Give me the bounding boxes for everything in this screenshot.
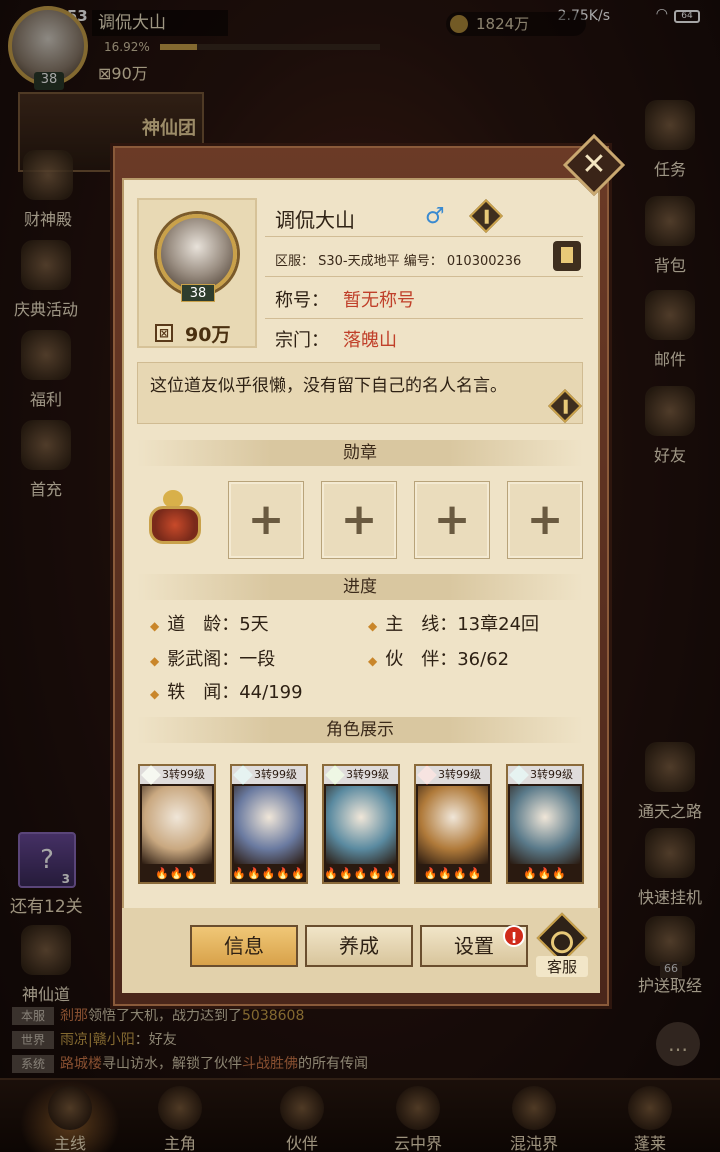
portrait-card[interactable]: 38 ⊠ 90万: [137, 198, 257, 348]
progress-label: 伙 伴：: [385, 649, 458, 670]
alert-badge: !: [503, 925, 525, 947]
medal-slot[interactable]: +: [228, 481, 304, 559]
level-badge: 38: [181, 284, 215, 302]
divider: [265, 276, 583, 277]
medal-slot[interactable]: +: [507, 481, 583, 559]
medal-emblem-body: [149, 506, 201, 544]
male-icon: ♂: [425, 204, 445, 229]
diamond-icon: ◆: [368, 654, 378, 668]
progress-header: 进度: [137, 574, 583, 600]
hero-portrait: [326, 786, 396, 864]
progress-label: 影武阁：: [167, 649, 240, 670]
power-value: 90万: [185, 324, 231, 346]
motto-text: 这位道友似乎很懒，没有留下自己的名人名言。: [150, 376, 507, 396]
customer-service-button[interactable]: 客服: [536, 912, 588, 977]
progress-label: 轶 闻：: [167, 682, 240, 703]
profile-name: 调侃大山: [275, 208, 355, 232]
motto-box: 这位道友似乎很懒，没有留下自己的名人名言。: [137, 362, 583, 424]
power-icon: ⊠: [155, 324, 173, 342]
info-button[interactable]: 信息: [190, 925, 298, 967]
copy-id-button[interactable]: [553, 241, 581, 271]
medal-slot[interactable]: +: [414, 481, 490, 559]
diamond-icon: ◆: [150, 654, 160, 668]
diamond-icon: ◆: [368, 619, 378, 633]
hero-portrait: [510, 786, 580, 864]
progress-age: ◆ 道 龄：5天: [150, 610, 269, 636]
hero-card[interactable]: 3转99级 🔥🔥🔥🔥🔥: [322, 764, 400, 884]
progress-label: 道 龄：: [167, 614, 240, 635]
hero-portrait: [234, 786, 304, 864]
hero-stars: 🔥🔥🔥: [154, 867, 200, 880]
progress-value: 一段: [239, 649, 276, 670]
divider: [265, 236, 583, 237]
progress-main-line: ◆ 主 线：13章24回: [368, 610, 539, 636]
hero-stars: 🔥🔥🔥🔥🔥: [232, 867, 306, 880]
train-button[interactable]: 养成: [305, 925, 413, 967]
close-icon: ✕: [581, 147, 607, 182]
avatar: [157, 214, 237, 294]
medal-emblem-icon[interactable]: [143, 490, 205, 550]
progress-value: 44/199: [239, 682, 303, 703]
plus-icon: +: [340, 494, 378, 545]
hero-stars: 🔥🔥🔥: [522, 867, 568, 880]
plus-icon: +: [526, 494, 564, 545]
hero-rank: 3转99级: [324, 766, 398, 784]
hero-portrait: [142, 786, 212, 864]
hero-card[interactable]: 3转99级 🔥🔥🔥: [138, 764, 216, 884]
hero-portrait: [418, 786, 488, 864]
diamond-icon: ◆: [150, 687, 160, 701]
sect-value: 落魄山: [343, 330, 397, 351]
hero-stars: 🔥🔥🔥🔥: [423, 867, 483, 880]
hero-rank: 3转99级: [140, 766, 214, 784]
medal-slot[interactable]: +: [321, 481, 397, 559]
service-label: 客服: [536, 956, 588, 977]
hero-card[interactable]: 3转99级 🔥🔥🔥🔥🔥: [230, 764, 308, 884]
title-label: 称号：: [275, 290, 329, 311]
sect-label: 宗门：: [275, 330, 329, 351]
hero-rank: 3转99级: [416, 766, 490, 784]
progress-value: 36/62: [457, 649, 510, 670]
plus-icon: +: [433, 494, 471, 545]
progress-shadow-pavilion: ◆ 影武阁：一段: [150, 645, 275, 671]
hero-stars: 🔥🔥🔥🔥🔥: [324, 867, 398, 880]
progress-label: 主 线：: [385, 614, 458, 635]
progress-partners: ◆ 伙 伴：36/62: [368, 645, 509, 671]
progress-value: 13章24回: [457, 614, 540, 635]
progress-value: 5天: [239, 614, 269, 635]
divider: [265, 318, 583, 319]
plus-icon: +: [247, 494, 285, 545]
medals-header: 勋章: [137, 440, 583, 466]
title-value: 暂无称号: [343, 290, 415, 311]
hero-card[interactable]: 3转99级 🔥🔥🔥: [506, 764, 584, 884]
showcase-header: 角色展示: [137, 717, 583, 743]
progress-anecdotes: ◆ 轶 闻：44/199: [150, 678, 303, 704]
hero-card[interactable]: 3转99级 🔥🔥🔥🔥: [414, 764, 492, 884]
server-info: 区服： S30-天成地平 编号： 010300236: [275, 254, 522, 269]
hero-rank: 3转99级: [232, 766, 306, 784]
diamond-icon: ◆: [150, 619, 160, 633]
hero-rank: 3转99级: [508, 766, 582, 784]
